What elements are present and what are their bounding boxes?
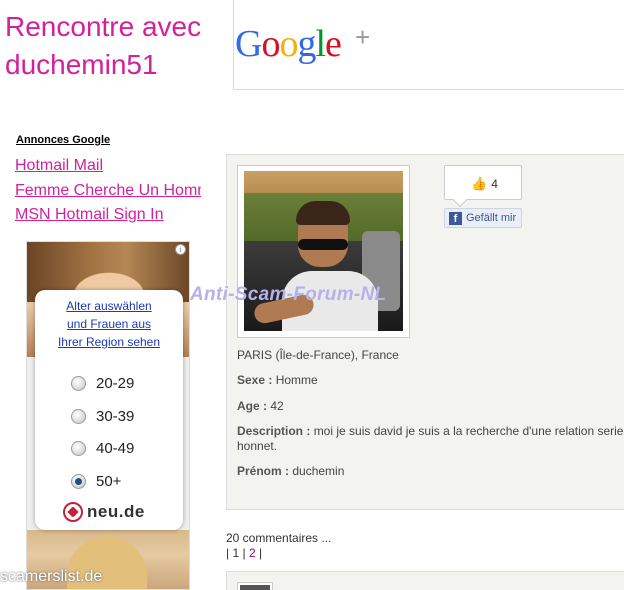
banner-cta-line[interactable]: Ihrer Region sehen [35,333,183,351]
facebook-icon: f [449,211,462,225]
age-option-30-39[interactable]: 30-39 [71,406,134,426]
field-value: 42 [270,399,284,413]
field-label: Description : [237,424,311,438]
field-value: moi je suis david je suis a la recherche… [313,424,624,438]
google-logo-letter: o [261,23,280,65]
google-logo-letter: g [297,23,316,65]
comment-panel [226,571,624,590]
google-logo-letter: l [315,23,326,65]
heart-logo-icon [63,502,83,522]
radio-button[interactable] [71,440,86,456]
profile-field-sexe: Sexe : Homme [237,373,318,387]
age-option-label: 20-29 [96,374,135,392]
age-option-label: 30-39 [96,407,135,425]
like-button-label: Gefällt mir [466,212,517,224]
field-value: Homme [275,373,318,387]
neu-de-logo[interactable]: neu.de [63,501,163,523]
thumbs-up-icon: 👍 [471,176,488,191]
age-option-label: 40-49 [96,439,135,457]
comments-pagination: | 1 | 2 | [226,546,263,560]
google-plus-sign: + [355,22,371,52]
age-option-label: 50+ [96,472,122,490]
radio-button-selected[interactable] [71,473,86,489]
profile-photo[interactable] [244,171,403,331]
neu-de-brand: neu.de [87,502,145,521]
field-label: Sexe : [237,373,273,387]
field-label: Prénom : [237,464,290,478]
ad-link-femme-cherche[interactable]: Femme Cherche Un Homme [15,182,201,200]
page-title: Rencontre avec duchemin51 [5,11,202,80]
comments-count: 20 commentaires ... [226,531,332,545]
like-count: 4 [491,177,498,191]
field-value: duchemin [292,464,345,478]
page-link-2[interactable]: 2 [249,546,256,560]
google-logo-letter: e [325,23,342,65]
banner-cta-line[interactable]: und Frauen aus [35,315,183,333]
photo-background [244,171,403,195]
age-option-40-49[interactable]: 40-49 [71,438,134,458]
google-logo-letter: o [279,23,298,65]
photo-hair [296,201,350,225]
ad-link-msn-hotmail[interactable]: MSN Hotmail Sign In [15,206,201,224]
radio-button[interactable] [71,408,86,424]
field-label: Age : [237,399,267,413]
ad-link-hotmail-mail[interactable]: Hotmail Mail [15,157,201,175]
radio-button[interactable] [71,375,86,391]
age-option-50-plus[interactable]: 50+ [71,471,121,491]
profile-field-prenom: Prénom : duchemin [237,464,344,478]
ads-heading[interactable]: Annonces Google [16,134,110,146]
watermark-scamerslist: scamerslist.de [0,568,103,585]
ad-info-icon[interactable]: i [175,244,186,255]
profile-field-age: Age : 42 [237,399,284,413]
age-option-20-29[interactable]: 20-29 [71,373,134,393]
dating-banner-ad[interactable]: i Alter auswählen und Frauen aus Ihrer R… [26,241,190,590]
banner-cta-link[interactable]: Alter auswählen und Frauen aus Ihrer Reg… [35,297,183,351]
banner-cta-line[interactable]: Alter auswählen [35,297,183,315]
profile-location: PARIS (Île-de-France), France [237,348,399,362]
facebook-like-button[interactable]: f Gefällt mir [444,208,522,228]
age-select-card: Alter auswählen und Frauen aus Ihrer Reg… [35,290,183,530]
profile-field-description: Description : moi je suis david je suis … [237,424,624,438]
watermark-anti-scam-forum: Anti-Scam-Forum-NL [190,284,387,305]
photo-sunglasses [298,239,348,250]
description-continued: honnet. [237,439,278,453]
like-count-bubble: 👍 4 [444,165,522,200]
commenter-avatar[interactable] [237,582,273,590]
google-logo-letter: G [235,23,262,65]
google-logo[interactable]: Google [235,22,342,66]
